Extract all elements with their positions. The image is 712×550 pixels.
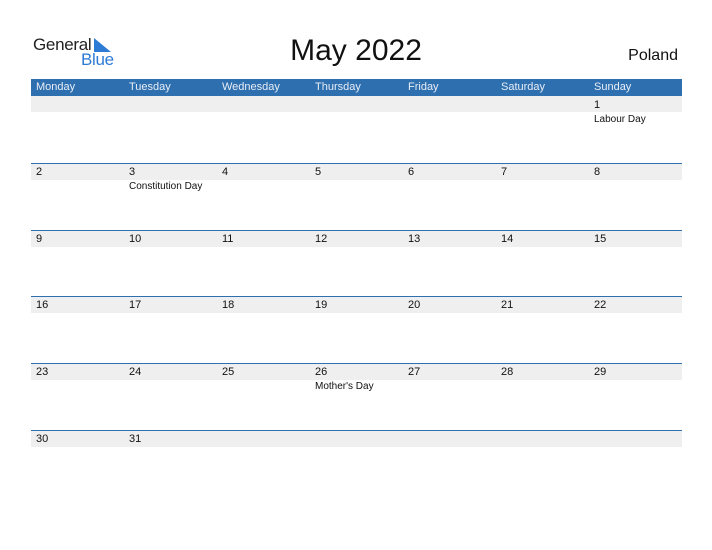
- day-number: 31: [129, 433, 142, 445]
- day-cell: 8: [589, 163, 682, 230]
- weekday-header: Monday Tuesday Wednesday Thursday Friday…: [31, 79, 682, 96]
- day-number: 17: [129, 299, 142, 311]
- weekday-saturday: Saturday: [501, 81, 546, 93]
- day-number: 10: [129, 233, 142, 245]
- day-cell: 9: [31, 230, 124, 297]
- day-cell: 30: [31, 430, 124, 497]
- day-cell: [403, 96, 496, 163]
- day-number: 30: [36, 433, 49, 445]
- weekday-friday: Friday: [408, 81, 439, 93]
- week-row: 9 10 11 12 13 14 15: [31, 230, 682, 297]
- day-number: 28: [501, 366, 514, 378]
- day-number: 2: [36, 166, 43, 178]
- day-cell: 29: [589, 363, 682, 430]
- day-number: 3: [129, 166, 136, 178]
- day-number: 8: [594, 166, 601, 178]
- day-cell: [310, 96, 403, 163]
- day-number: 20: [408, 299, 421, 311]
- day-cell: [589, 430, 682, 497]
- day-cell: [217, 430, 310, 497]
- day-number: 16: [36, 299, 49, 311]
- country-label: Poland: [628, 47, 678, 64]
- day-number: 14: [501, 233, 514, 245]
- day-cell: 7: [496, 163, 589, 230]
- day-cell: 14: [496, 230, 589, 297]
- day-cell: 10: [124, 230, 217, 297]
- week-row: 2 3 Constitution Day 4 5 6 7 8: [31, 163, 682, 230]
- day-cell: 21: [496, 296, 589, 363]
- day-cell: 2: [31, 163, 124, 230]
- day-cell: [310, 430, 403, 497]
- day-cell: 26 Mother's Day: [310, 363, 403, 430]
- day-cell: 23: [31, 363, 124, 430]
- day-number: 22: [594, 299, 607, 311]
- week-row: 1 Labour Day: [31, 96, 682, 163]
- day-cell: 22: [589, 296, 682, 363]
- day-cell: 15: [589, 230, 682, 297]
- day-cell: 6: [403, 163, 496, 230]
- day-cell: 25: [217, 363, 310, 430]
- week-row: 16 17 18 19 20 21 22: [31, 296, 682, 363]
- day-cell: 3 Constitution Day: [124, 163, 217, 230]
- weekday-wednesday: Wednesday: [222, 81, 280, 93]
- day-cell: 28: [496, 363, 589, 430]
- day-cell: [403, 430, 496, 497]
- day-cell: 18: [217, 296, 310, 363]
- day-number: 13: [408, 233, 421, 245]
- day-number: 11: [222, 233, 234, 245]
- day-number: 9: [36, 233, 43, 245]
- day-cell: [124, 96, 217, 163]
- weekday-monday: Monday: [36, 81, 76, 93]
- calendar-title: May 2022: [290, 34, 422, 67]
- week-row: 30 31: [31, 430, 682, 497]
- day-cell: 5: [310, 163, 403, 230]
- day-cell: 4: [217, 163, 310, 230]
- day-number: 19: [315, 299, 328, 311]
- weekday-tuesday: Tuesday: [129, 81, 171, 93]
- day-number: 4: [222, 166, 229, 178]
- day-number: 15: [594, 233, 607, 245]
- day-number: 12: [315, 233, 328, 245]
- day-cell: [217, 96, 310, 163]
- day-cell: 1 Labour Day: [589, 96, 682, 163]
- holiday-label: Labour Day: [594, 114, 646, 125]
- holiday-label: Mother's Day: [315, 381, 374, 392]
- day-cell: [496, 96, 589, 163]
- day-number: 24: [129, 366, 142, 378]
- day-number: 27: [408, 366, 421, 378]
- day-cell: 12: [310, 230, 403, 297]
- day-cell: 13: [403, 230, 496, 297]
- day-cell: 31: [124, 430, 217, 497]
- week-row: 23 24 25 26 Mother's Day 27 28 29: [31, 363, 682, 430]
- day-number: 21: [501, 299, 514, 311]
- day-number: 23: [36, 366, 49, 378]
- day-cell: 27: [403, 363, 496, 430]
- day-cell: 24: [124, 363, 217, 430]
- day-cell: 17: [124, 296, 217, 363]
- day-number: 25: [222, 366, 235, 378]
- day-number: 6: [408, 166, 415, 178]
- day-number: 18: [222, 299, 235, 311]
- weekday-thursday: Thursday: [315, 81, 361, 93]
- holiday-label: Constitution Day: [129, 181, 203, 192]
- day-cell: 20: [403, 296, 496, 363]
- day-number: 5: [315, 166, 322, 178]
- day-cell: 19: [310, 296, 403, 363]
- day-cell: [496, 430, 589, 497]
- day-number: 7: [501, 166, 508, 178]
- day-cell: 16: [31, 296, 124, 363]
- day-cell: [31, 96, 124, 163]
- day-number: 26: [315, 366, 328, 378]
- day-cell: 11: [217, 230, 310, 297]
- day-number: 1: [594, 99, 601, 111]
- weekday-sunday: Sunday: [594, 81, 632, 93]
- day-number: 29: [594, 366, 607, 378]
